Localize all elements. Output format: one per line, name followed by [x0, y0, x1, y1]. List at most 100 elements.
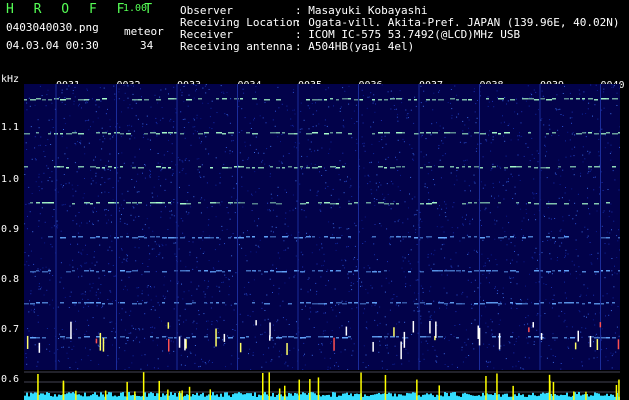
noise-pixel	[602, 190, 604, 191]
strip-trace	[540, 393, 542, 400]
noise-pixel	[269, 209, 270, 211]
noise-pixel	[219, 172, 221, 174]
strip-trace	[140, 396, 142, 400]
noise-pixel	[447, 366, 449, 368]
noise-pixel	[362, 227, 364, 229]
strip-trace	[474, 395, 476, 400]
noise-pixel	[402, 222, 404, 224]
strip-trace	[600, 395, 602, 400]
noise-pixel	[77, 184, 79, 186]
noise-pixel	[130, 214, 132, 216]
noise-pixel	[525, 317, 527, 319]
noise-pixel	[370, 189, 372, 191]
noise-pixel	[436, 226, 438, 228]
noise-pixel	[511, 259, 513, 261]
noise-pixel	[319, 349, 321, 351]
noise-pixel	[550, 231, 552, 232]
noise-pixel	[24, 264, 26, 266]
noise-pixel	[532, 193, 534, 195]
strip-trace	[520, 395, 522, 400]
noise-pixel	[533, 178, 535, 180]
signal-trace	[228, 337, 233, 339]
noise-pixel	[276, 215, 278, 217]
strip-trace	[506, 393, 508, 400]
noise-pixel	[483, 299, 484, 301]
signal-trace	[414, 303, 419, 305]
noise-pixel	[182, 298, 184, 300]
noise-pixel	[466, 203, 468, 205]
noise-pixel	[526, 337, 528, 339]
noise-pixel	[267, 209, 269, 211]
signal-trace	[594, 303, 600, 305]
signal-trace	[354, 302, 358, 304]
noise-pixel	[144, 164, 146, 165]
noise-pixel	[408, 260, 410, 262]
signal-trace	[282, 271, 287, 273]
signal-trace	[474, 303, 478, 305]
noise-pixel	[198, 314, 200, 316]
signal-trace	[336, 99, 339, 101]
noise-pixel	[549, 253, 551, 255]
noise-pixel	[424, 164, 426, 166]
noise-pixel	[128, 124, 130, 126]
noise-pixel	[473, 88, 475, 90]
noise-pixel	[37, 361, 39, 363]
noise-pixel	[282, 317, 284, 319]
noise-pixel	[28, 311, 30, 313]
noise-pixel	[211, 362, 213, 363]
signal-trace	[168, 167, 171, 169]
noise-pixel	[293, 276, 295, 278]
noise-pixel	[91, 262, 93, 264]
noise-pixel	[420, 85, 422, 87]
noise-pixel	[420, 318, 422, 320]
signal-trace	[60, 237, 66, 239]
strip-trace	[276, 395, 278, 400]
noise-pixel	[83, 306, 85, 308]
noise-pixel	[41, 237, 43, 239]
noise-pixel	[109, 178, 111, 180]
signal-trace	[102, 98, 107, 100]
noise-pixel	[254, 220, 255, 222]
signal-trace	[498, 237, 504, 239]
signal-trace	[606, 237, 610, 239]
signal-trace	[336, 132, 342, 134]
noise-pixel	[46, 348, 48, 350]
noise-pixel	[521, 239, 523, 241]
noise-pixel	[302, 266, 304, 268]
signal-trace	[594, 203, 599, 205]
noise-pixel	[462, 224, 464, 226]
noise-pixel	[489, 130, 491, 132]
noise-pixel	[152, 340, 154, 342]
signal-trace	[132, 303, 137, 305]
noise-pixel	[611, 211, 613, 213]
signal-trace	[432, 270, 438, 272]
strip-trace	[456, 395, 458, 400]
strip-trace	[452, 392, 454, 400]
noise-pixel	[503, 135, 504, 137]
strip-trace	[592, 395, 594, 400]
noise-pixel	[77, 141, 79, 143]
noise-pixel	[82, 197, 84, 199]
noise-pixel	[575, 249, 577, 250]
noise-pixel	[254, 117, 255, 119]
noise-pixel	[334, 365, 335, 367]
noise-pixel	[320, 351, 322, 353]
noise-pixel	[342, 264, 344, 266]
noise-pixel	[293, 89, 295, 91]
signal-trace	[384, 99, 388, 101]
noise-pixel	[611, 304, 613, 306]
strip-trace	[492, 395, 494, 400]
noise-pixel	[588, 171, 590, 173]
noise-pixel	[281, 162, 283, 164]
noise-pixel	[514, 237, 516, 239]
signal-trace	[486, 98, 489, 100]
noise-pixel	[339, 160, 341, 162]
noise-pixel	[28, 264, 30, 266]
noise-pixel	[26, 363, 28, 365]
noise-pixel	[470, 190, 471, 192]
noise-pixel	[564, 281, 565, 283]
signal-trace	[510, 236, 514, 238]
signal-trace	[450, 166, 454, 168]
signal-trace	[24, 303, 29, 305]
noise-pixel	[142, 123, 144, 125]
